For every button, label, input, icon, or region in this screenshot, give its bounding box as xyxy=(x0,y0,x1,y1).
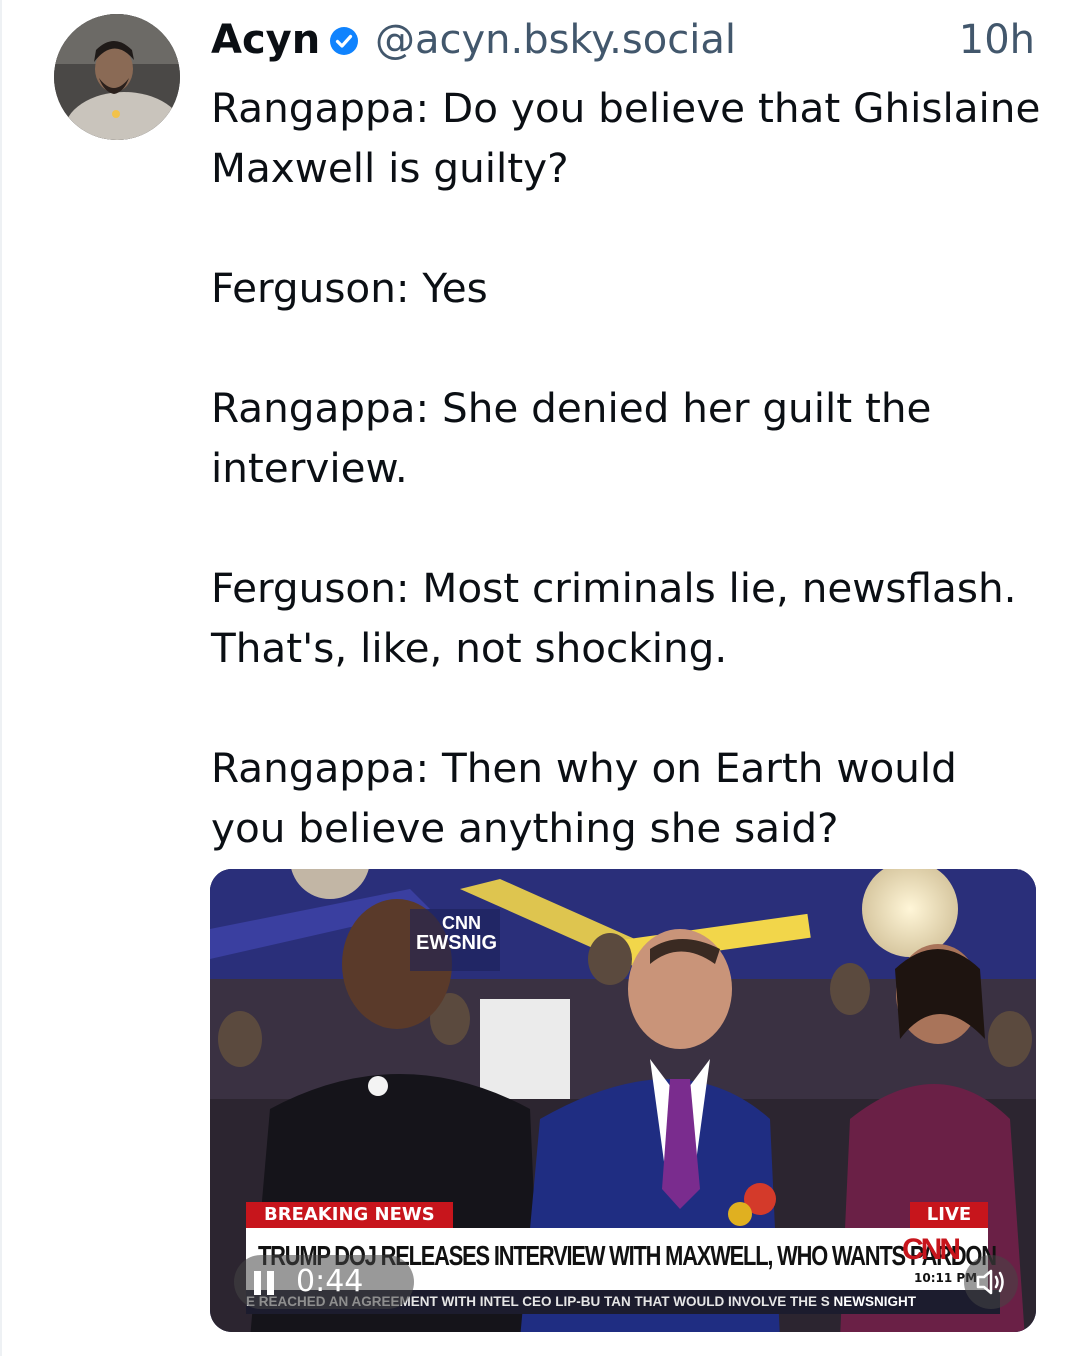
live-tag: LIVE xyxy=(910,1202,988,1228)
thread-rule xyxy=(0,0,2,1356)
svg-text:EWSNIG: EWSNIG xyxy=(416,932,497,954)
svg-text:CNN: CNN xyxy=(442,913,481,933)
post-paragraph: Ferguson: Yes xyxy=(211,264,488,312)
cnn-logo: CNN xyxy=(902,1233,961,1266)
author-handle[interactable]: @acyn.bsky.social xyxy=(375,14,736,66)
volume-button[interactable] xyxy=(964,1255,1018,1309)
post-paragraph: Rangappa: Do you believe that Ghislaine … xyxy=(211,84,1041,192)
ticker-network: NEWSNIGHT xyxy=(833,1294,917,1309)
post-timestamp[interactable]: 10h xyxy=(959,14,1035,66)
post-paragraph: Ferguson: Most criminals lie, newsflash.… xyxy=(211,564,1017,672)
avatar[interactable] xyxy=(54,14,180,140)
verified-badge-icon xyxy=(330,27,358,55)
avatar-image xyxy=(54,14,180,140)
pause-icon[interactable] xyxy=(254,1271,276,1295)
post-paragraph: Rangappa: She denied her guilt the inter… xyxy=(211,384,932,492)
video-duration: 0:44 xyxy=(296,1264,364,1299)
video-player[interactable]: CNN EWSNIG BREAKING NEWS LIVE TRUMP DOJ … xyxy=(210,869,1036,1332)
playback-control[interactable]: 0:44 xyxy=(234,1255,414,1309)
volume-icon xyxy=(976,1269,1004,1295)
post-header: Acyn @acyn.bsky.social 10h xyxy=(211,14,1041,70)
post-text: Rangappa: Do you believe that Ghislaine … xyxy=(211,78,1041,858)
post-paragraph: Rangappa: Then why on Earth would you be… xyxy=(211,744,957,852)
breaking-news-tag: BREAKING NEWS xyxy=(246,1202,453,1228)
author-name[interactable]: Acyn xyxy=(211,14,320,66)
